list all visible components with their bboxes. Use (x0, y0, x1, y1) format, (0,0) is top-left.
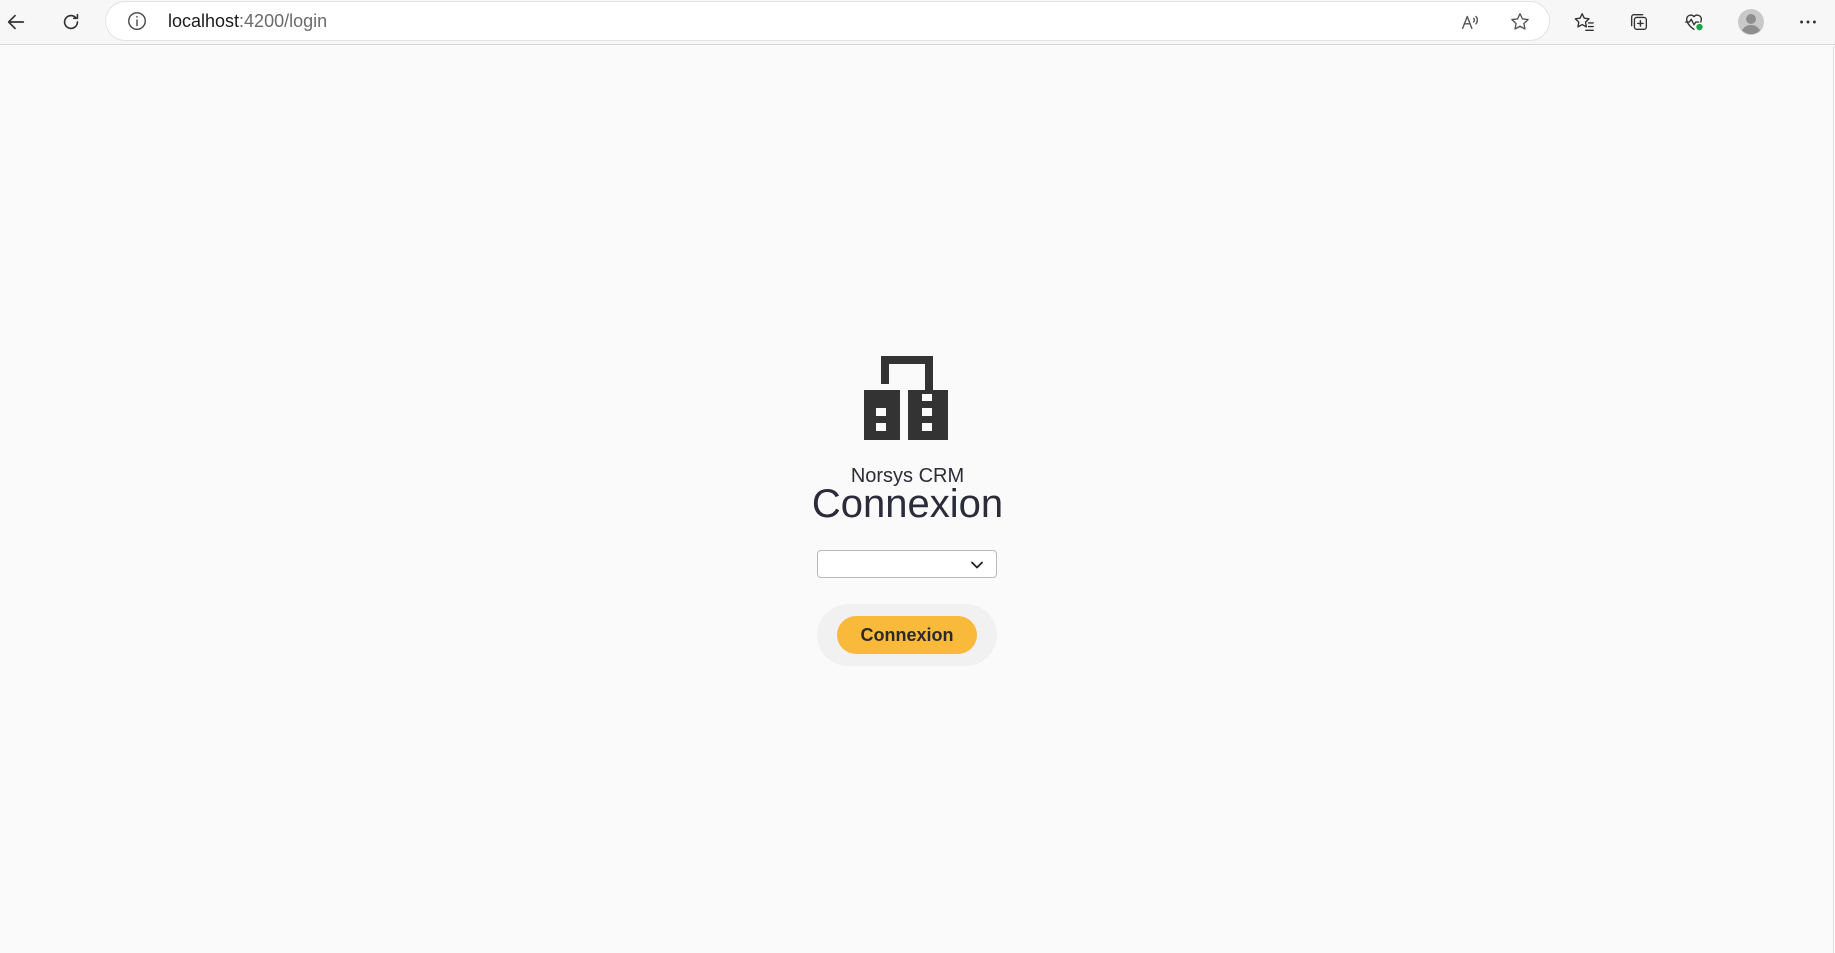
collections-icon[interactable] (1623, 6, 1655, 38)
login-button[interactable]: Connexion (837, 616, 977, 654)
submit-container: Connexion (817, 604, 997, 666)
url-host: localhost (168, 11, 240, 31)
more-menu-icon[interactable] (1792, 6, 1824, 38)
profile-avatar-icon[interactable] (1735, 6, 1767, 38)
reload-icon[interactable] (55, 6, 87, 38)
read-aloud-icon[interactable] (1456, 8, 1484, 36)
building-logo-icon (864, 356, 948, 440)
url-path: :4200/login (239, 11, 328, 31)
chevron-down-icon (971, 561, 983, 569)
address-bar[interactable]: localhost:4200/login (106, 2, 1549, 40)
browser-toolbar: localhost:4200/login (0, 0, 1835, 45)
info-icon[interactable] (126, 10, 148, 32)
user-select[interactable] (817, 550, 997, 578)
page-title: Connexion (811, 482, 1004, 526)
back-arrow-icon[interactable] (0, 6, 32, 38)
heart-pulse-icon[interactable] (1678, 6, 1710, 38)
url-text[interactable]: localhost:4200/login (168, 11, 327, 32)
favorites-icon[interactable] (1568, 6, 1600, 38)
star-icon[interactable] (1506, 8, 1534, 36)
